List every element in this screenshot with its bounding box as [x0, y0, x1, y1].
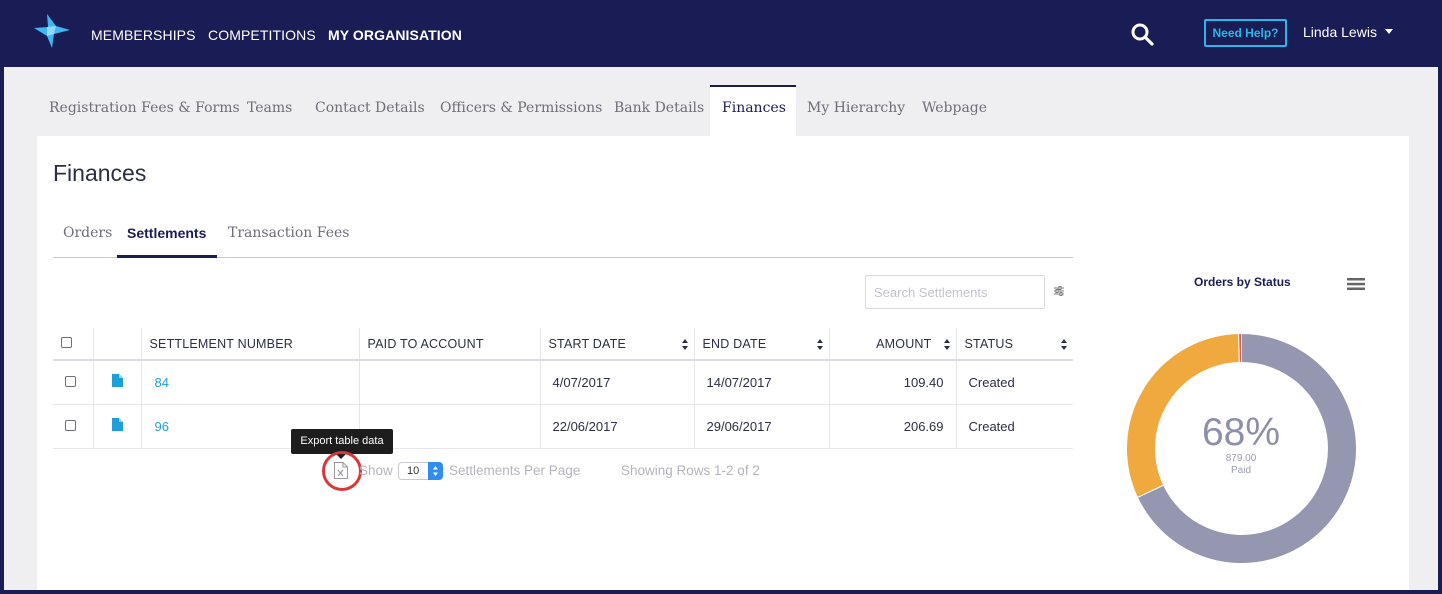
- hamburger-menu-icon[interactable]: [1347, 277, 1365, 291]
- chart-title: Orders by Status: [1194, 275, 1291, 289]
- row-doc-cell: [93, 360, 142, 405]
- row-select-cell: [53, 404, 94, 449]
- col-status[interactable]: STATUS: [956, 328, 1073, 361]
- donut-center-value: 879.00: [1225, 453, 1257, 464]
- donut-center-label: Paid: [1230, 465, 1251, 476]
- tab-settlements[interactable]: Settlements: [127, 225, 206, 241]
- select-all-cell: [53, 328, 94, 361]
- per-page-label: Settlements Per Page: [449, 463, 581, 478]
- tab-registration-fees-forms[interactable]: Registration Fees & Forms: [49, 100, 240, 116]
- settlement-number-link[interactable]: 96: [155, 419, 169, 434]
- tab-contact-details[interactable]: Contact Details: [315, 100, 425, 116]
- start-date-cell: 22/06/2017: [540, 404, 695, 449]
- tab-orders[interactable]: Orders: [63, 225, 112, 241]
- col-end-date-label: END DATE: [702, 336, 767, 351]
- table-header-row: SETTLEMENT NUMBER PAID TO ACCOUNT START …: [53, 328, 1073, 361]
- sort-icon[interactable]: [943, 339, 950, 350]
- table-row: 96 22/06/2017 29/06/2017 206.69 Created: [53, 404, 1073, 449]
- filter-settings-icon[interactable]: [1053, 285, 1065, 297]
- col-paid-to-account[interactable]: PAID TO ACCOUNT: [359, 328, 541, 361]
- per-page-value: 10: [407, 465, 420, 477]
- settlement-number-cell: 84: [141, 360, 360, 405]
- row-checkbox[interactable]: [65, 419, 76, 431]
- user-menu[interactable]: Linda Lewis: [1303, 24, 1377, 40]
- col-amount-label: AMOUNT: [876, 336, 932, 351]
- col-amount[interactable]: AMOUNT: [829, 328, 957, 361]
- col-end-date[interactable]: END DATE: [694, 328, 830, 361]
- col-start-date-label: START DATE: [548, 336, 626, 351]
- tab-transaction-fees[interactable]: Transaction Fees: [228, 225, 349, 241]
- end-date-cell: 29/06/2017: [694, 404, 830, 449]
- donut-slice-2[interactable]: [1238, 332, 1242, 364]
- tab-webpage[interactable]: Webpage: [922, 100, 987, 116]
- col-status-label: STATUS: [964, 336, 1014, 351]
- row-select-cell: [53, 360, 94, 405]
- top-navigation-bar: MEMBERSHIPS COMPETITIONS MY ORGANISATION…: [0, 0, 1442, 67]
- search-icon[interactable]: [1130, 22, 1154, 46]
- tab-finances[interactable]: Finances: [722, 100, 786, 116]
- col-start-date[interactable]: START DATE: [540, 328, 695, 361]
- per-page-select[interactable]: 10: [398, 462, 443, 480]
- show-label: Show: [359, 463, 393, 478]
- chevron-down-icon[interactable]: [1385, 29, 1393, 34]
- need-help-button[interactable]: Need Help?: [1204, 19, 1287, 47]
- nav-my-organisation[interactable]: MY ORGANISATION: [328, 27, 462, 43]
- active-tab-underline: [117, 255, 217, 258]
- settlement-number-link[interactable]: 84: [155, 375, 169, 390]
- rows-info: Showing Rows 1-2 of 2: [621, 463, 760, 478]
- donut-center-percent: 68%: [1201, 411, 1281, 454]
- row-checkbox[interactable]: [65, 375, 76, 387]
- icon-column-header: [93, 328, 142, 361]
- document-icon[interactable]: [111, 418, 123, 431]
- start-date-cell: 4/07/2017: [540, 360, 695, 405]
- sort-icon[interactable]: [816, 339, 823, 350]
- spinner-icon[interactable]: [428, 462, 443, 480]
- status-cell: Created: [956, 360, 1073, 405]
- status-cell: Created: [956, 404, 1073, 449]
- sort-icon[interactable]: [1061, 339, 1067, 350]
- paid-to-account-cell: [359, 360, 541, 405]
- search-settlements-input[interactable]: [865, 275, 1045, 309]
- nav-memberships[interactable]: MEMBERSHIPS: [91, 27, 196, 43]
- tab-bank-details[interactable]: Bank Details: [614, 100, 704, 116]
- table-row: 84 4/07/2017 14/07/2017 109.40 Created: [53, 360, 1073, 405]
- col-settlement-number[interactable]: SETTLEMENT NUMBER: [141, 328, 360, 361]
- nav-competitions[interactable]: COMPETITIONS: [208, 27, 316, 43]
- page-title: Finances: [53, 160, 147, 186]
- document-icon[interactable]: [111, 374, 123, 388]
- tab-teams[interactable]: Teams: [247, 100, 292, 116]
- sort-icon[interactable]: [681, 339, 688, 350]
- select-all-checkbox[interactable]: [61, 336, 72, 348]
- tab-officers-permissions[interactable]: Officers & Permissions: [440, 100, 602, 116]
- amount-cell: 206.69: [829, 404, 957, 449]
- end-date-cell: 14/07/2017: [694, 360, 830, 405]
- logo-icon[interactable]: [34, 14, 70, 48]
- row-doc-cell: [93, 404, 142, 449]
- highlight-annotation: [322, 451, 362, 491]
- settlements-table: SETTLEMENT NUMBER PAID TO ACCOUNT START …: [53, 328, 1073, 449]
- tab-my-hierarchy[interactable]: My Hierarchy: [807, 100, 905, 116]
- amount-cell: 109.40: [829, 360, 957, 405]
